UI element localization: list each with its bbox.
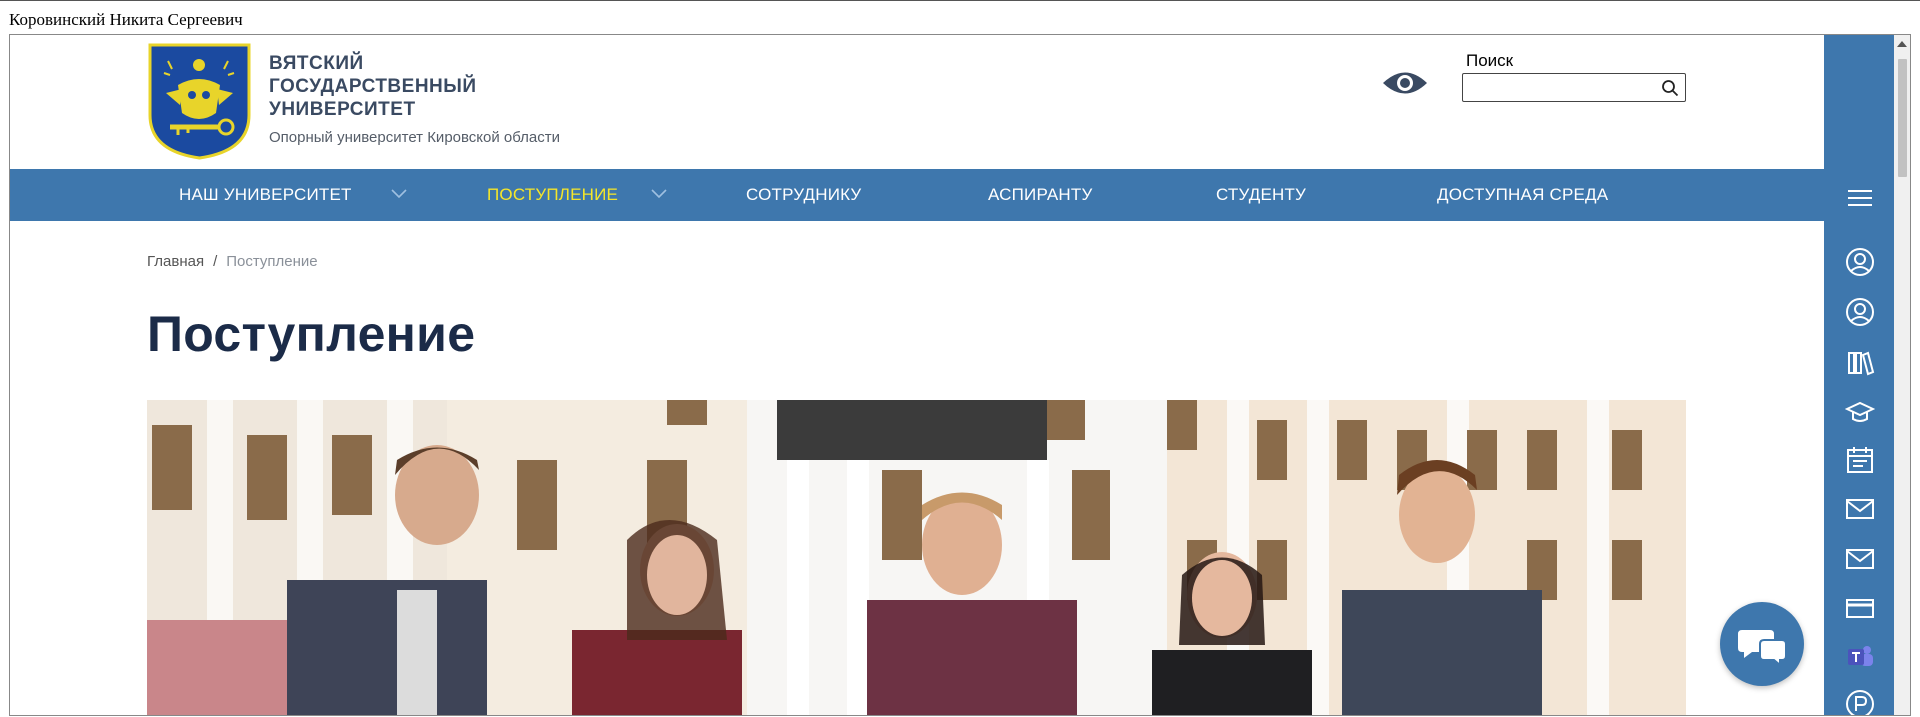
nav-item-label: ПОСТУПЛЕНИЕ: [487, 185, 619, 204]
menu-icon[interactable]: [1845, 183, 1875, 213]
graduation-cap-icon[interactable]: [1845, 397, 1875, 427]
right-side-panel: [1824, 35, 1894, 715]
window-title: Коровинский Никита Сергеевич: [9, 10, 243, 29]
hero-students-image: [147, 400, 1686, 715]
accessibility-eye-icon[interactable]: [1382, 68, 1428, 98]
mail-icon[interactable]: [1845, 494, 1875, 524]
chat-button[interactable]: [1720, 602, 1804, 686]
breadcrumb-home-link[interactable]: Главная: [147, 253, 204, 270]
nav-item-employee[interactable]: СОТРУДНИКУ: [746, 169, 861, 221]
nav-item-label: АСПИРАНТУ: [988, 185, 1093, 204]
scrollbar-thumb[interactable]: [1898, 59, 1907, 177]
search-icon[interactable]: [1661, 79, 1679, 97]
chevron-down-icon[interactable]: [651, 188, 667, 200]
university-name-line: ГОСУДАРСТВЕННЫЙ: [269, 76, 477, 97]
user-circle-icon[interactable]: [1845, 297, 1875, 327]
window-top-border: [0, 0, 1920, 1]
nav-item-student[interactable]: СТУДЕНТУ: [1216, 169, 1306, 221]
main-nav: НАШ УНИВЕРСИТЕТ ПОСТУПЛЕНИЕ СОТРУДНИКУ А…: [10, 169, 1824, 221]
breadcrumb: Главная / Поступление: [147, 253, 318, 270]
nav-item-label: НАШ УНИВЕРСИТЕТ: [179, 185, 352, 204]
university-name-line: ВЯТСКИЙ: [269, 53, 364, 74]
nav-item-label: СОТРУДНИКУ: [746, 185, 862, 204]
calendar-icon[interactable]: [1845, 445, 1875, 475]
nav-item-accessible-environment[interactable]: ДОСТУПНАЯ СРЕДА: [1437, 169, 1608, 221]
university-name[interactable]: ВЯТСКИЙ ГОСУДАРСТВЕННЫЙ УНИВЕРСИТЕТ: [269, 52, 477, 121]
breadcrumb-current: Поступление: [226, 253, 318, 270]
card-icon[interactable]: [1845, 593, 1875, 623]
browser-frame: ВЯТСКИЙ ГОСУДАРСТВЕННЫЙ УНИВЕРСИТЕТ Опор…: [9, 34, 1911, 716]
university-name-line: УНИВЕРСИТЕТ: [269, 99, 416, 120]
mail-icon[interactable]: [1845, 544, 1875, 574]
library-icon[interactable]: [1845, 347, 1875, 377]
nav-item-postgraduate[interactable]: АСПИРАНТУ: [988, 169, 1092, 221]
search-label: Поиск: [1466, 51, 1514, 70]
circle-r-icon[interactable]: [1845, 689, 1875, 716]
university-subtitle: Опорный университет Кировской области: [269, 129, 561, 146]
breadcrumb-separator: /: [213, 253, 218, 270]
page-viewport: ВЯТСКИЙ ГОСУДАРСТВЕННЫЙ УНИВЕРСИТЕТ Опор…: [10, 35, 1824, 715]
scroll-up-arrow-icon[interactable]: [1897, 41, 1907, 47]
search-input[interactable]: [1462, 73, 1686, 102]
chevron-down-icon[interactable]: [391, 188, 407, 200]
nav-item-label: ДОСТУПНАЯ СРЕДА: [1437, 185, 1609, 204]
teams-icon[interactable]: [1845, 642, 1875, 672]
chat-bubbles-icon: [1738, 630, 1787, 668]
vertical-scrollbar[interactable]: [1894, 35, 1910, 715]
user-circle-icon[interactable]: [1845, 247, 1875, 277]
nav-item-admission[interactable]: ПОСТУПЛЕНИЕ: [487, 169, 618, 221]
page-title: Поступление: [147, 306, 476, 362]
university-logo[interactable]: [148, 43, 251, 160]
nav-item-label: СТУДЕНТУ: [1216, 185, 1307, 204]
nav-item-our-university[interactable]: НАШ УНИВЕРСИТЕТ: [179, 169, 352, 221]
